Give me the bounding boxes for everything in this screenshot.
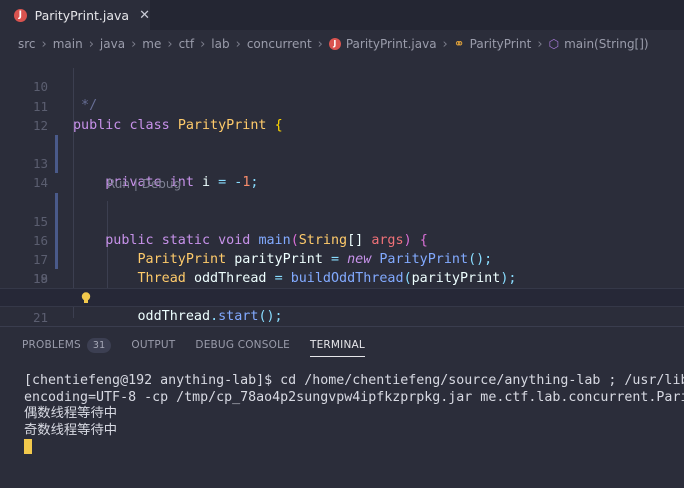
java-file-icon: J (14, 8, 27, 22)
lightbulb-icon[interactable] (79, 291, 93, 305)
terminal-line: encoding=UTF-8 -cp /tmp/cp_78ao4p2sungvp… (24, 389, 684, 405)
breadcrumb-concurrent[interactable]: concurrent (247, 37, 312, 51)
tab-parityprint-java[interactable]: J ParityPrint.java ✕ (0, 0, 150, 30)
code-line: 15 public static void main(String[] args… (0, 174, 684, 248)
breadcrumb-class[interactable]: ParityPrint (470, 37, 532, 51)
tab-label: ParityPrint.java (34, 7, 130, 23)
tab-output-label: OUTPUT (131, 339, 176, 351)
breadcrumb-java[interactable]: java (100, 37, 125, 51)
terminal-line: 奇数线程等待中 (24, 422, 118, 438)
code-line: 12 (0, 97, 684, 133)
tab-debug-console-label: DEBUG CONSOLE (195, 339, 290, 351)
chevron-right-icon: › (88, 36, 94, 52)
breadcrumb-me[interactable]: me (142, 37, 161, 51)
terminal-line: 偶数线程等待中 (24, 406, 118, 421)
terminal-cursor (24, 439, 32, 454)
close-icon[interactable]: ✕ (139, 8, 150, 23)
breadcrumb-method[interactable]: main(String[]) (564, 37, 649, 51)
breadcrumb-lab[interactable]: lab (211, 37, 229, 51)
chevron-right-icon: › (235, 36, 241, 52)
method-icon: ⬡ (548, 37, 560, 51)
tab-terminal[interactable]: TERMINAL (309, 327, 365, 363)
code-line: 19 evenThread.start(); (0, 250, 684, 305)
tab-debug-console[interactable]: DEBUG CONSOLE (195, 327, 290, 363)
code-line: 16 ParityPrint parityPrint = new ParityP… (0, 193, 684, 267)
terminal-line: [chentiefeng@192 anything-lab]$ cd /home… (24, 373, 684, 388)
tab-problems-label: PROBLEMS (22, 339, 81, 351)
breadcrumb: src › main › java › me › ctf › lab › con… (0, 30, 684, 58)
java-file-icon: J (328, 38, 341, 50)
tab-problems[interactable]: PROBLEMS 31 (22, 327, 112, 363)
code-line: 11 public class ParityPrint { (0, 78, 684, 133)
code-line: 10 */ (0, 58, 684, 113)
code-line: 18 Thread evenThread = buildEvenThread(p… (0, 231, 684, 305)
chevron-right-icon: › (317, 36, 323, 52)
panel-tabs: PROBLEMS 31 OUTPUT DEBUG CONSOLE TERMINA… (0, 327, 684, 363)
tab-terminal-label: TERMINAL (309, 339, 365, 351)
chevron-right-icon: › (200, 36, 206, 52)
chevron-right-icon: › (41, 36, 47, 52)
chevron-right-icon: › (442, 36, 448, 52)
breadcrumb-src[interactable]: src (18, 37, 36, 51)
breadcrumb-file[interactable]: ParityPrint.java (346, 37, 437, 51)
code-line: 22 (0, 308, 684, 326)
code-line: 14 (0, 135, 684, 190)
terminal-cursor-line (24, 439, 684, 456)
chevron-right-icon: › (131, 36, 137, 52)
class-icon: ⚭ (453, 36, 465, 52)
breadcrumb-main[interactable]: main (53, 37, 83, 51)
chevron-right-icon: › (537, 36, 543, 52)
chevron-right-icon: › (167, 36, 173, 52)
code-editor[interactable]: 10 */ 11 public class ParityPrint { 12 1… (0, 58, 684, 326)
code-line-current: 21 } (0, 288, 684, 325)
codelens: Run | Debug (0, 156, 684, 191)
problems-count-badge: 31 (86, 337, 112, 353)
bottom-panel: PROBLEMS 31 OUTPUT DEBUG CONSOLE TERMINA… (0, 326, 684, 488)
editor-tab-bar: J ParityPrint.java ✕ (0, 0, 684, 30)
code-line: 17 Thread oddThread = buildOddThread(par… (0, 212, 684, 286)
code-line: 20 oddThread.start(); (0, 269, 684, 324)
tab-output[interactable]: OUTPUT (131, 327, 175, 363)
breadcrumb-ctf[interactable]: ctf (179, 37, 195, 51)
terminal-output[interactable]: [chentiefeng@192 anything-lab]$ cd /home… (24, 373, 684, 456)
code-line: 13 private int i = -1; (0, 116, 684, 190)
